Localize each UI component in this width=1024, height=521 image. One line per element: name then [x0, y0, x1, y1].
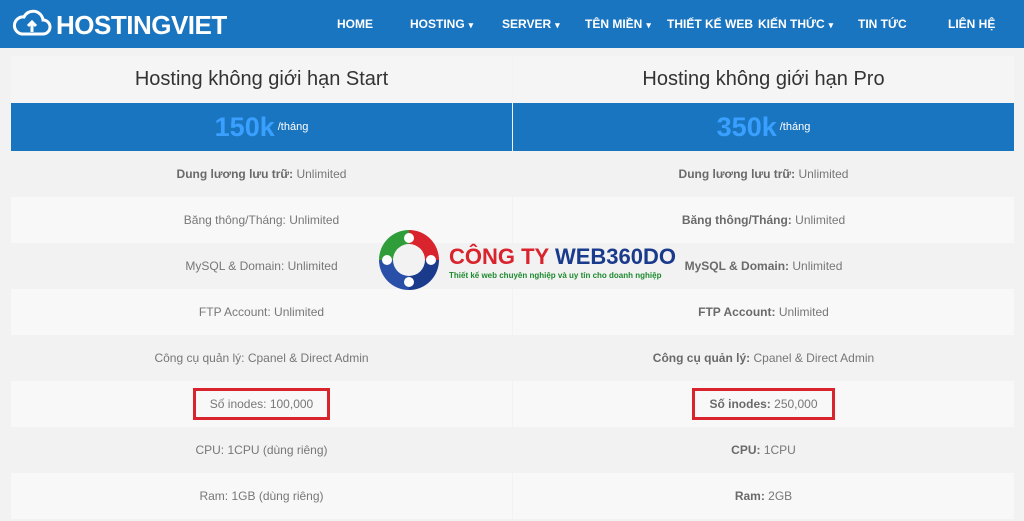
- plan-price: 350k: [716, 112, 777, 142]
- nav-item-3[interactable]: TÊN MIỀN ▾: [585, 17, 651, 31]
- feature-value: Unlimited: [285, 213, 340, 227]
- caret-down-icon: ▾: [468, 20, 474, 30]
- feature-label: MySQL & Domain:: [185, 259, 285, 273]
- feature-value: Unlimited: [293, 167, 347, 181]
- nav-item-label: HOSTING: [410, 17, 465, 31]
- caret-down-icon: ▾: [646, 20, 651, 30]
- feature-row: Công cụ quản lý: Cpanel & Direct Admin: [11, 335, 512, 381]
- caret-down-icon: ▾: [828, 20, 834, 30]
- feature-value: 250,000: [770, 397, 818, 411]
- plan-title: Hosting không giới hạn Pro: [513, 56, 1014, 103]
- inodes-highlight-box: Số inodes: 100,000: [192, 388, 331, 420]
- feature-label: Ram:: [734, 489, 765, 503]
- feature-label: Dung lương lưu trữ:: [678, 167, 796, 181]
- watermark-title: CÔNG TY: [449, 244, 555, 269]
- feature-value: Cpanel & Direct Admin: [244, 351, 369, 365]
- feature-label: FTP Account:: [698, 305, 776, 319]
- nav-item-7[interactable]: LIÊN HỆ: [948, 17, 995, 31]
- feature-value: Unlimited: [795, 167, 849, 181]
- caret-down-icon: ▾: [555, 20, 560, 30]
- feature-label: MySQL & Domain:: [684, 259, 790, 273]
- feature-row: Số inodes: 250,000: [513, 381, 1014, 427]
- feature-value: 100,000: [266, 397, 314, 411]
- nav-item-label: TIN TỨC: [858, 17, 907, 31]
- nav-item-label: TÊN MIỀN: [585, 17, 643, 31]
- feature-label: CPU:: [731, 443, 761, 457]
- feature-row: CPU: 1CPU (dùng riêng): [11, 427, 512, 473]
- feature-list: Dung lương lưu trữ: Unlimited Băng thông/…: [513, 151, 1014, 519]
- nav-item-label: HOME: [337, 17, 373, 31]
- feature-value: Unlimited: [284, 259, 338, 273]
- cloud-upload-icon: [12, 8, 52, 43]
- nav-item-0[interactable]: HOME: [337, 17, 373, 31]
- feature-label: Băng thông/Tháng:: [681, 213, 792, 227]
- nav-item-4[interactable]: THIẾT KẾ WEB: [667, 17, 753, 31]
- feature-row: Ram: 1GB (dùng riêng): [11, 473, 512, 519]
- feature-value: 1CPU: [760, 443, 796, 457]
- feature-row: CPU: 1CPU: [513, 427, 1014, 473]
- feature-value: 2GB: [764, 489, 793, 503]
- inodes-highlight-box: Số inodes: 250,000: [692, 388, 835, 420]
- feature-value: Unlimited: [775, 305, 829, 319]
- feature-row: Công cụ quản lý: Cpanel & Direct Admin: [513, 335, 1014, 381]
- nav-item-label: KIẾN THỨC: [758, 17, 825, 31]
- price-row: 350k/tháng: [513, 103, 1014, 151]
- nav-item-label: THIẾT KẾ WEB: [667, 17, 753, 31]
- feature-value: Unlimited: [789, 259, 843, 273]
- feature-label: Dung lương lưu trữ:: [176, 167, 294, 181]
- brand-logo[interactable]: HOSTINGVIET: [12, 8, 227, 43]
- feature-row: Số inodes: 100,000: [11, 381, 512, 427]
- feature-label: FTP Account:: [198, 305, 271, 319]
- nav-item-2[interactable]: SERVER ▾: [502, 17, 560, 31]
- feature-label: Băng thông/Tháng:: [183, 213, 286, 227]
- nav-item-1[interactable]: HOSTING ▾: [410, 17, 473, 31]
- feature-row: Ram: 2GB: [513, 473, 1014, 519]
- plan-title: Hosting không giới hạn Start: [11, 56, 512, 103]
- price-period: /tháng: [277, 121, 309, 133]
- plan-price: 150k: [214, 112, 275, 142]
- feature-label: Ram:: [199, 489, 229, 503]
- feature-label: CPU:: [195, 443, 225, 457]
- nav-item-label: SERVER: [502, 17, 552, 31]
- feature-value: Cpanel & Direct Admin: [750, 351, 875, 365]
- feature-value: Unlimited: [270, 305, 325, 319]
- people-circle-logo-icon: [375, 226, 443, 299]
- feature-value: 1GB (dùng riêng): [228, 489, 324, 503]
- feature-label: Số inodes:: [709, 397, 771, 411]
- watermark-title-brand: WEB360DO: [554, 244, 676, 269]
- price-period: /tháng: [779, 121, 811, 133]
- price-row: 150k/tháng: [11, 103, 512, 151]
- brand-name: HOSTINGVIET: [56, 10, 227, 40]
- feature-row: Dung lương lưu trữ: Unlimited: [11, 151, 512, 197]
- top-navbar: HOSTINGVIET HOME HOSTING ▾ SERVER ▾ TÊN MIỀN ▾…: [0, 0, 1024, 48]
- feature-list: Dung lương lưu trữ: Unlimited Băng thông/…: [11, 151, 512, 519]
- feature-label: Số inodes:: [209, 397, 267, 411]
- feature-value: 1CPU (dùng riêng): [224, 443, 328, 457]
- watermark-subtitle: Thiết kế web chuyên nghiệp và uy tín cho…: [449, 271, 662, 280]
- nav-item-label: LIÊN HỆ: [948, 17, 996, 31]
- feature-label: Công cụ quản lý:: [154, 351, 245, 365]
- nav-item-5[interactable]: KIẾN THỨC ▾: [758, 17, 833, 31]
- feature-label: Công cụ quản lý:: [652, 351, 751, 365]
- feature-value: Unlimited: [791, 213, 846, 227]
- nav-item-6[interactable]: TIN TỨC: [858, 17, 907, 31]
- company-watermark: CÔNG TY WEB360DO Thiết kế web chuyên ngh…: [375, 226, 676, 299]
- feature-row: Dung lương lưu trữ: Unlimited: [513, 151, 1014, 197]
